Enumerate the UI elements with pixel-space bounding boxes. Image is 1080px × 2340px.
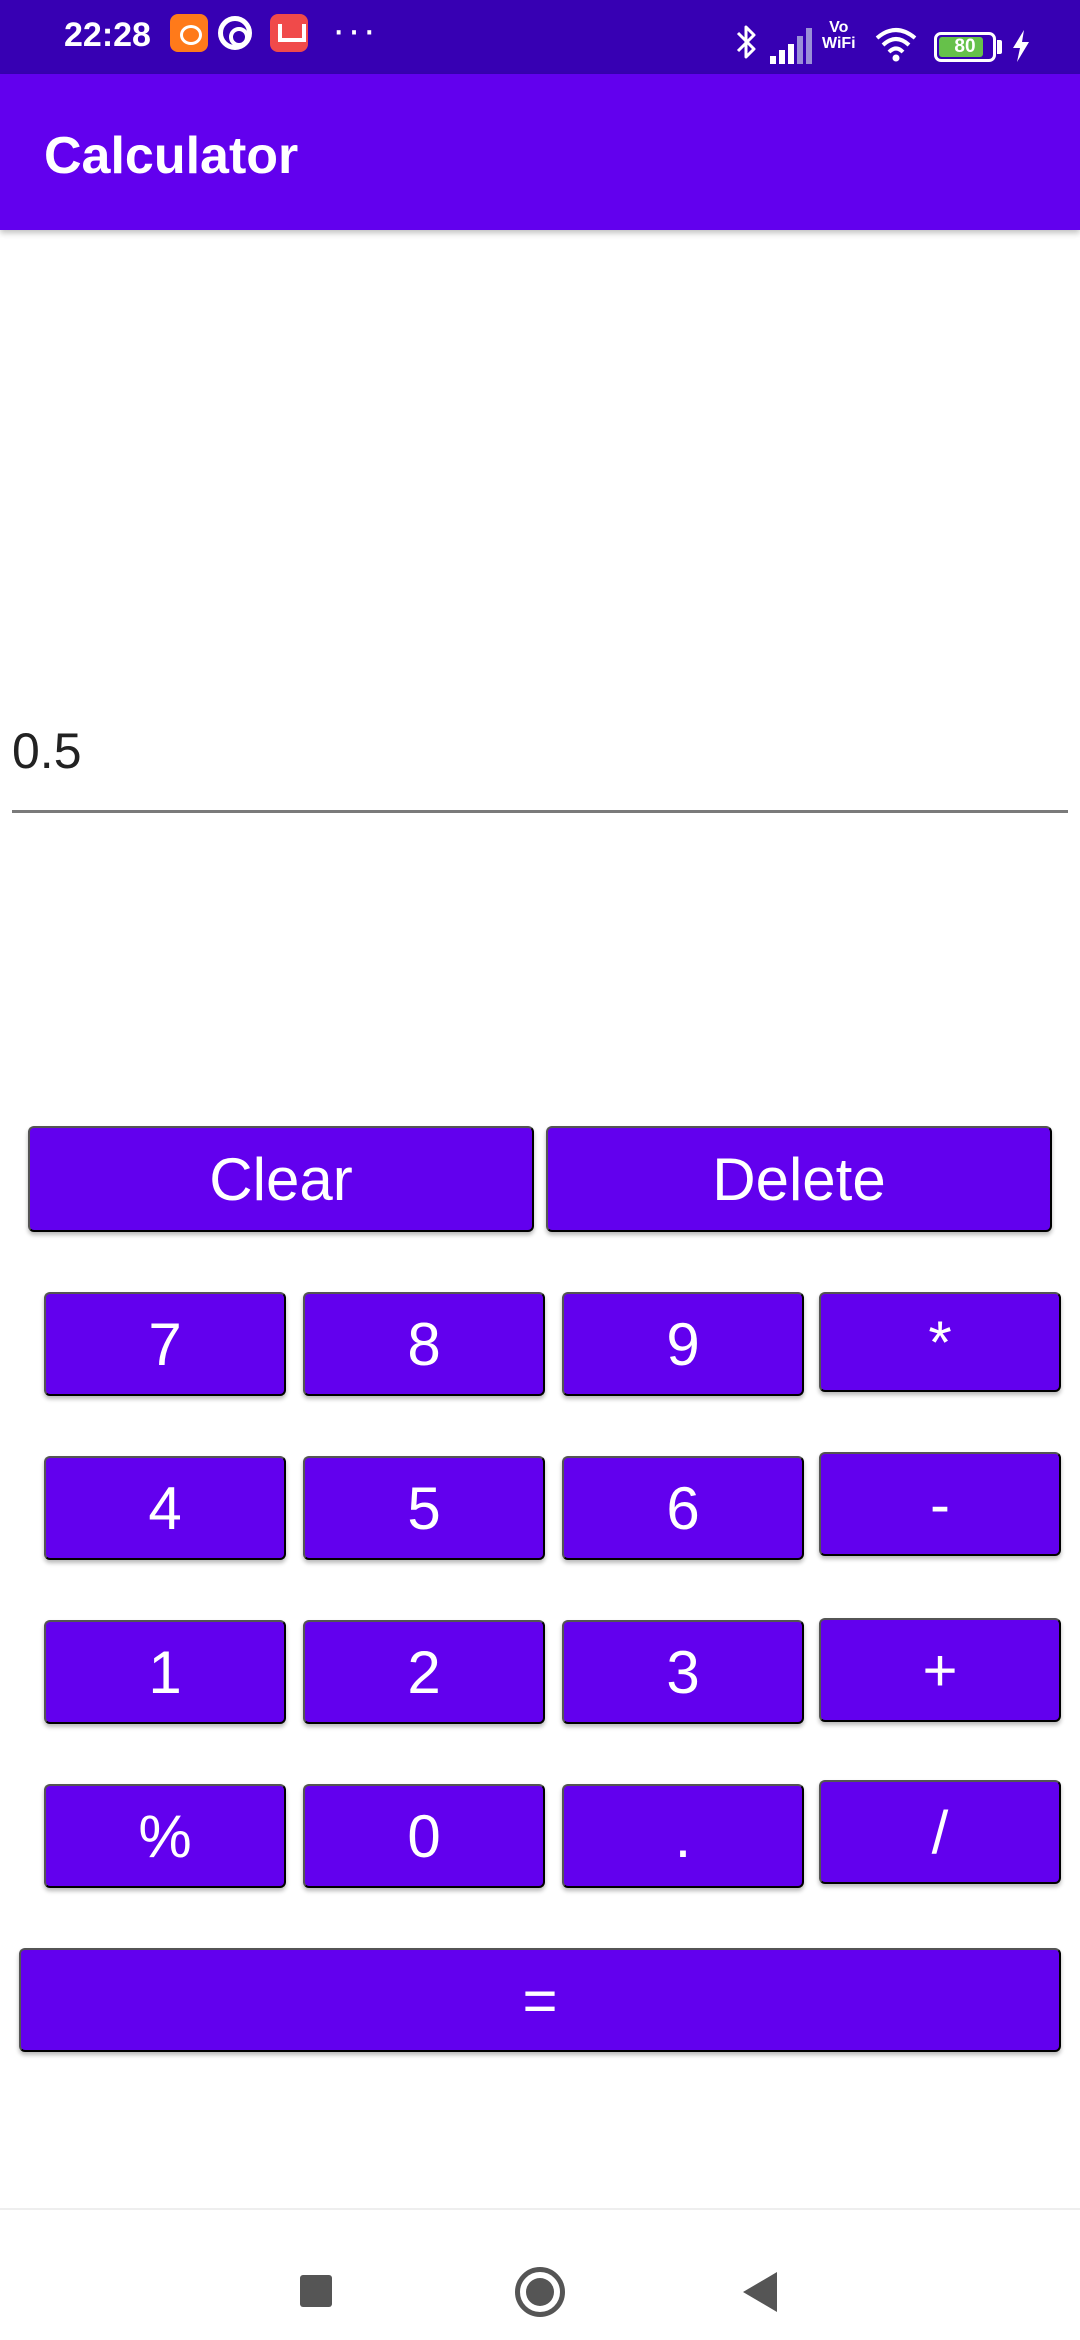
app-title: Calculator xyxy=(44,127,299,185)
display-underline xyxy=(12,810,1068,813)
at-sign-icon xyxy=(218,16,252,50)
home-circle-icon[interactable] xyxy=(515,2267,565,2317)
mi-app-icon xyxy=(170,14,208,52)
signal-icon xyxy=(770,26,814,64)
battery-icon: 80 xyxy=(934,32,996,62)
result-display[interactable]: 0.5 xyxy=(12,722,82,780)
status-bar: 22:28 ··· Vo WiFi 80 xyxy=(0,0,1080,74)
bluetooth-icon xyxy=(736,25,756,59)
key-7[interactable]: 7 xyxy=(44,1292,286,1396)
navigation-bar xyxy=(0,2208,1080,2340)
key-decimal[interactable]: . xyxy=(562,1784,804,1888)
key-2[interactable]: 2 xyxy=(303,1620,545,1724)
key-1[interactable]: 1 xyxy=(44,1620,286,1724)
wifi-icon xyxy=(875,28,917,62)
charging-bolt-icon xyxy=(1013,30,1029,62)
app-bar: Calculator xyxy=(0,74,1080,230)
vowifi-label: Vo WiFi xyxy=(822,19,856,52)
key-3[interactable]: 3 xyxy=(562,1620,804,1724)
key-add[interactable]: + xyxy=(819,1618,1061,1722)
key-percent[interactable]: % xyxy=(44,1784,286,1888)
status-time: 22:28 xyxy=(64,16,151,54)
key-6[interactable]: 6 xyxy=(562,1456,804,1560)
back-triangle-icon[interactable] xyxy=(743,2272,777,2312)
key-9[interactable]: 9 xyxy=(562,1292,804,1396)
recents-square-icon[interactable] xyxy=(300,2275,332,2307)
delete-button[interactable]: Delete xyxy=(546,1126,1052,1232)
key-multiply[interactable]: * xyxy=(819,1292,1061,1392)
key-0[interactable]: 0 xyxy=(303,1784,545,1888)
key-subtract[interactable]: - xyxy=(819,1452,1061,1556)
clear-button[interactable]: Clear xyxy=(28,1126,534,1232)
more-notifications-icon: ··· xyxy=(332,8,378,52)
key-divide[interactable]: / xyxy=(819,1780,1061,1884)
key-8[interactable]: 8 xyxy=(303,1292,545,1396)
key-5[interactable]: 5 xyxy=(303,1456,545,1560)
key-4[interactable]: 4 xyxy=(44,1456,286,1560)
equals-button[interactable]: = xyxy=(19,1948,1061,2052)
gift-app-icon xyxy=(270,14,308,52)
battery-level: 80 xyxy=(954,36,976,57)
battery-tip xyxy=(997,40,1002,54)
